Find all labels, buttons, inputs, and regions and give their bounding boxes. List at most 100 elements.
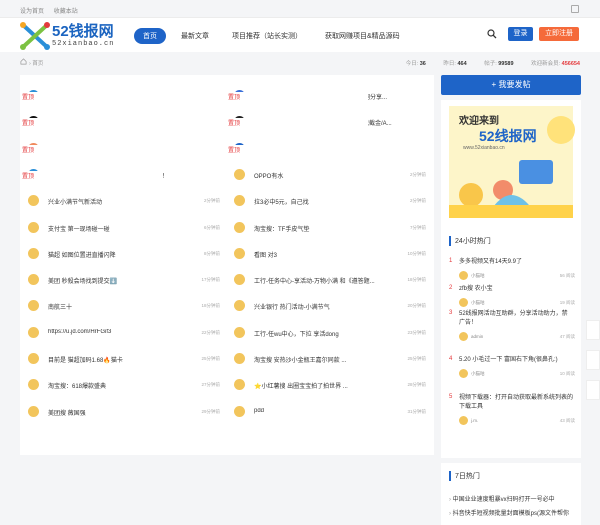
thread-time: 22分钟前 xyxy=(201,329,220,335)
nav-item[interactable]: 最新文章 xyxy=(173,28,217,44)
avatar-icon xyxy=(234,247,245,259)
thread-title[interactable]: 淘宝搜：TF手皮气垫 xyxy=(254,224,404,233)
thread-item[interactable]: 淘宝搜：TF手皮气垫 7分钟前 xyxy=(228,218,428,238)
thread-time: 18分钟前 xyxy=(407,277,426,283)
thread-row: 淘宝搜：618爆款盛典 27分钟前 ⭐小红薯搜 出圈宝宝拍了拍世界 ... 28分钟前 xyxy=(20,375,434,395)
thread-title[interactable]: https://u.jd.com/HrFGif3 xyxy=(48,329,198,335)
thread-title[interactable]: 淘宝搜 安热沙小金瓶王嘉尔同款 ... xyxy=(254,355,404,364)
hot-title[interactable]: zfb搜 农小宝 xyxy=(459,285,573,294)
hot-author[interactable]: j.m. xyxy=(471,418,478,423)
nav-item[interactable]: 获取网赚项目&精品源码 xyxy=(317,28,408,44)
thread-title[interactable]: 猫超 如图位置进直播闪降 xyxy=(48,250,198,259)
hot-author[interactable]: 小猫咕 xyxy=(471,273,485,279)
avatar-icon xyxy=(234,300,245,312)
hot-rank: 5 xyxy=(449,394,453,400)
avatar-icon xyxy=(28,405,39,417)
thread-row: 兴业小满节气新活动 2分钟前 拉3必中5元，自己找 2分钟前 xyxy=(20,191,434,211)
banner-brand: 52线报网 xyxy=(479,128,537,144)
thread-item[interactable]: ⭐小红薯搜 出圈宝宝拍了拍世界 ... 28分钟前 xyxy=(228,375,428,395)
thread-item[interactable]: 52创业网 - 项目/源码 一站式全包置顶 xyxy=(22,112,222,349)
thread-item[interactable]: pdd 31分钟前 xyxy=(228,402,428,422)
thread-time: 8分钟前 xyxy=(203,250,220,256)
thread-time: 25分钟前 xyxy=(407,356,426,361)
hot-views: 47 阅读 xyxy=(559,334,575,339)
avatar-icon xyxy=(234,353,245,364)
thread-item[interactable]: 工行-任务中心-享活动-万物小满 和《遵答题... 18分钟前 xyxy=(228,270,428,290)
week-item[interactable]: › 抖音快手短视频批量封面模板ps(源文件帮你 xyxy=(449,508,577,517)
logo-text: 52钱报网 xyxy=(52,23,114,40)
float-edit-button[interactable] xyxy=(586,350,600,370)
thread-title[interactable]: 美团 秒殺会场找到提交⬇️ xyxy=(48,276,198,285)
thread-item[interactable]: 【推荐】网赚项目交流群 - 虚拟货源/小游戏截金/A...置顶 xyxy=(228,112,428,349)
thread-item[interactable]: 南航三十 18分钟前 xyxy=(22,296,222,316)
thread-row: 目前是 猫超加码1.68🔥猫卡 25分钟前 淘宝搜 安热沙小金瓶王嘉尔同款 ... 2… xyxy=(20,349,434,369)
thread-title[interactable]: 南航三十 xyxy=(48,302,198,311)
thread-title[interactable]: 兴业小满节气新活动 xyxy=(48,197,198,206)
welcome-banner[interactable]: 欢迎来到 52线报网 www.52xianbao.cn xyxy=(441,100,581,228)
close-icon[interactable] xyxy=(571,5,579,13)
thread-item[interactable]: 看图 对3 10分钟前 xyxy=(228,244,428,264)
avatar-icon xyxy=(234,405,245,417)
avatar-icon xyxy=(234,274,245,286)
thread-item[interactable]: AI技术网 - 一个专注于 AI 使用技巧和提示词分享...置顶 xyxy=(228,86,428,322)
hot-author[interactable]: admin xyxy=(471,334,483,339)
thread-title[interactable]: 工行-任wu中心，下拉 享活dong xyxy=(254,329,404,338)
nav-item[interactable]: 项目推荐（站长实测） xyxy=(224,28,310,44)
thread-title[interactable]: 看图 对3 xyxy=(254,250,404,259)
hot-views: 56 阅读 xyxy=(559,273,575,278)
thread-title[interactable]: 淘宝搜：618爆款盛典 xyxy=(48,381,198,390)
thread-title[interactable]: OPPO有水 xyxy=(254,171,404,180)
thread-title[interactable]: 工行-任务中心-享活动-万物小满 和《遵答题... xyxy=(254,276,404,285)
hot-author[interactable]: 小猫咕 xyxy=(471,371,485,377)
thread-item[interactable]: 工行-任wu中心，下拉 享活dong 23分钟前 xyxy=(228,323,428,343)
thread-item[interactable]: 支付宝 第一现场碰一碰 6分钟前 xyxy=(22,218,222,238)
thread-title[interactable]: ⭐小红薯搜 出圈宝宝拍了拍世界 ... xyxy=(254,381,404,390)
thread-title[interactable]: 拉3必中5元，自己找 xyxy=(254,197,404,206)
thread-item[interactable]: 美团 秒殺会场找到提交⬇️ 17分钟前 xyxy=(22,270,222,290)
thread-item[interactable]: 酷猫技术导航-学技术从这里开始置顶 xyxy=(22,139,222,375)
float-help-button[interactable] xyxy=(586,320,600,340)
thread-item[interactable]: 兴业银行 热门活动-小满节气 20分钟前 xyxy=(228,296,428,316)
thread-title[interactable]: 美团搜 薇国强 xyxy=(48,408,198,417)
breadcrumb-current[interactable]: 首页 xyxy=(32,61,43,67)
hot-title[interactable]: 5.20 小毛过一下 富国右下角(很鼻孔:) xyxy=(459,356,573,365)
hot-views: 10 阅读 xyxy=(559,371,575,376)
home-icon[interactable] xyxy=(20,58,27,65)
thread-title[interactable]: 兴业银行 热门活动-小满节气 xyxy=(254,302,404,311)
thread-item[interactable]: 全网免费大流量卡 - 包邮到家置顶 xyxy=(228,139,428,375)
thread-item[interactable]: 目前是 猫超加码1.68🔥猫卡 25分钟前 xyxy=(22,349,222,369)
thread-item[interactable]: 兴业小满节气新活动 2分钟前 xyxy=(22,191,222,211)
nav-item[interactable]: 首页 xyxy=(134,28,166,44)
set-home-link[interactable]: 设为首页 xyxy=(20,9,44,15)
stat-newest-member: 456654 xyxy=(561,61,580,67)
banner-url: www.52xianbao.cn xyxy=(463,145,505,151)
hot-title[interactable]: 52线报网活动互助群，分享活动助力，禁广告！ xyxy=(459,310,573,328)
thread-item[interactable]: 网购/料服线报神车群，没加的可以加一下置顶 xyxy=(22,86,222,322)
week-item[interactable]: › 中国业业速度粗暴vx扫码打开一号必中 xyxy=(449,494,577,503)
float-chat-button[interactable] xyxy=(586,380,600,400)
site-logo[interactable]: 52钱报网 52xianbao.cn xyxy=(20,21,130,51)
thread-item[interactable]: 淘宝搜 安热沙小金瓶王嘉尔同款 ... 25分钟前 xyxy=(228,349,428,369)
thread-item[interactable]: https://u.jd.com/HrFGif3 22分钟前 xyxy=(22,323,222,343)
thread-item[interactable]: 猫超 如图位置进直播闪降 8分钟前 xyxy=(22,244,222,264)
thread-item[interactable]: OPPO有水 2分钟前 xyxy=(228,165,428,185)
hot-author[interactable]: 小猫咕 xyxy=(471,300,485,306)
thread-title[interactable]: 目前是 猫超加码1.68🔥猫卡 xyxy=(48,355,198,364)
new-post-button[interactable]: + 我要发帖 xyxy=(441,75,581,95)
hot-title[interactable]: 视频下载器：打开自动获取最新系统列表的下载工具 xyxy=(459,394,573,412)
register-button[interactable]: 立即注册 xyxy=(539,27,579,41)
avatar xyxy=(459,369,468,378)
login-button[interactable]: 登录 xyxy=(508,27,533,41)
avatar-icon xyxy=(234,168,245,180)
thread-time: 6分钟前 xyxy=(203,224,220,230)
thread-item[interactable]: 微信活动互助群，可分享活动助力，禁广告！置顶 xyxy=(22,165,222,401)
favorite-link[interactable]: 收藏本站 xyxy=(54,9,78,15)
search-icon[interactable] xyxy=(487,29,497,39)
thread-item[interactable]: 拉3必中5元，自己找 2分钟前 xyxy=(228,191,428,211)
thread-title[interactable]: 支付宝 第一现场碰一碰 xyxy=(48,224,198,233)
thread-title[interactable]: pdd xyxy=(254,408,404,414)
hot-title[interactable]: 多多视频又有14天9.9了 xyxy=(459,258,573,267)
hot-rank: 4 xyxy=(449,356,453,362)
thread-item[interactable]: 淘宝搜：618爆款盛典 27分钟前 xyxy=(22,375,222,395)
thread-item[interactable]: 美团搜 薇国强 29分钟前 xyxy=(22,402,222,422)
